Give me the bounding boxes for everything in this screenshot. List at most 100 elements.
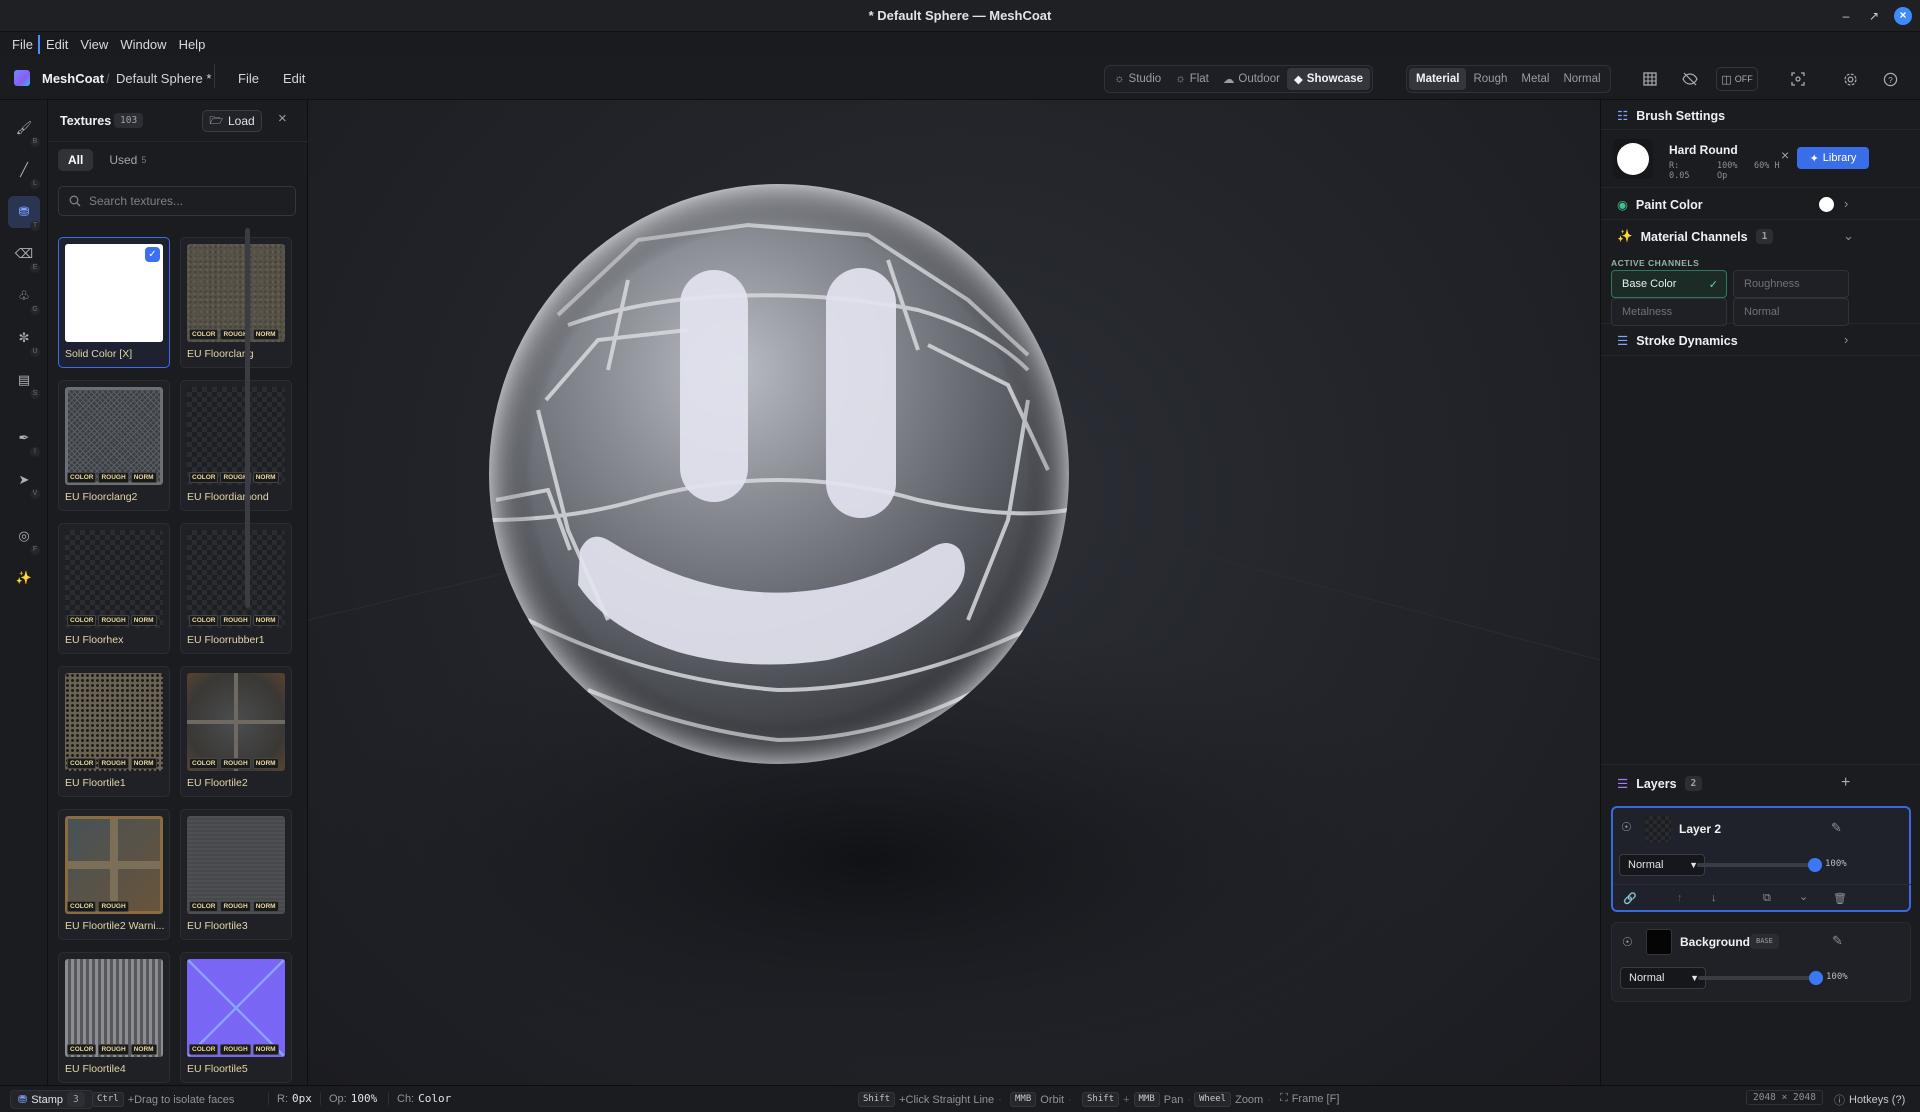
channel-normal[interactable]: Normal: [1733, 298, 1849, 326]
nav-key: MMB: [1133, 1092, 1160, 1107]
layer-row-layer-2[interactable]: ☉ Layer 2 ✎ Normal ▼ 100% 🔗 ↑ ↓ ⧉ ⌄ 🗑: [1611, 806, 1911, 912]
texture-scrollbar[interactable]: [245, 228, 250, 608]
link-icon[interactable]: 🔗: [1623, 892, 1637, 905]
load-textures-button[interactable]: 🗁 Load: [202, 110, 262, 132]
menu-help[interactable]: Help: [173, 35, 212, 54]
layer-opacity-slider[interactable]: [1697, 858, 1822, 872]
menu-file[interactable]: File: [6, 34, 40, 54]
layer-row-background[interactable]: ☉ Background BASE ✎ Normal ▼ 100%: [1611, 922, 1911, 1002]
menu-edit[interactable]: Edit: [40, 35, 74, 54]
env-showcase-button[interactable]: ◆ Showcase: [1286, 68, 1371, 90]
menu-view[interactable]: View: [74, 35, 114, 54]
paint-color-swatch[interactable]: [1819, 197, 1834, 212]
app-logo-icon: [14, 70, 30, 86]
opacity-slider-knob[interactable]: [1808, 858, 1822, 872]
layer-blend-select[interactable]: Normal ▼: [1619, 854, 1705, 876]
document-name[interactable]: Default Sphere *: [116, 71, 211, 86]
sphere-mesh[interactable]: [488, 184, 1069, 764]
channel-base-color[interactable]: Base Color ✓: [1611, 270, 1727, 298]
menu-window[interactable]: Window: [114, 35, 172, 54]
texture-card[interactable]: COLOR ROUGH NORM EU Floorrubber1: [180, 523, 292, 654]
move-up-icon[interactable]: ↑: [1677, 892, 1683, 904]
move-down-icon[interactable]: ↓: [1711, 892, 1717, 904]
texture-card[interactable]: COLOR ROUGH NORM EU Floorclang: [180, 237, 292, 368]
texture-card[interactable]: COLOR ROUGH EU Floortile2 Warni...: [58, 809, 170, 940]
tool-brush[interactable]: 🖌 B: [8, 112, 40, 147]
tool-smudge[interactable]: ✼ U: [8, 322, 40, 357]
nav-hint-text: Pan: [1163, 1093, 1184, 1106]
add-layer-icon[interactable]: +: [1841, 774, 1850, 792]
eye-visibility-icon[interactable]: ☉: [1621, 820, 1632, 834]
texture-card[interactable]: COLOR ROUGH NORM EU Floortile3: [180, 809, 292, 940]
texture-card[interactable]: COLOR ROUGH NORM EU Floortile1: [58, 666, 170, 797]
layer-blend-select[interactable]: Normal ▼: [1620, 967, 1706, 989]
chevron-right-icon[interactable]: ›: [1844, 332, 1848, 347]
env-flat-button[interactable]: ☼ Flat: [1168, 68, 1216, 90]
stroke-dynamics-row[interactable]: ☰ Stroke Dynamics ›: [1601, 324, 1920, 356]
duplicate-icon[interactable]: ⧉: [1763, 892, 1771, 905]
env-studio-button[interactable]: ☼ Studio: [1107, 68, 1168, 90]
layer-opacity-slider[interactable]: [1698, 971, 1823, 985]
tool-decal[interactable]: ▤ S: [8, 364, 40, 399]
texture-card[interactable]: COLOR ROUGH NORM EU Floorhex: [58, 523, 170, 654]
clear-brush-icon[interactable]: ×: [1781, 147, 1789, 163]
restore-icon[interactable]: ↗: [1866, 8, 1882, 24]
channel-roughness[interactable]: Roughness: [1733, 270, 1849, 298]
texture-search-input[interactable]: Search textures...: [58, 186, 296, 216]
close-window-icon[interactable]: ×: [1894, 7, 1912, 25]
tool-eyedropper[interactable]: ✒ I: [8, 422, 40, 457]
app-menu-file[interactable]: File: [238, 71, 259, 86]
app-menu-edit[interactable]: Edit: [283, 71, 305, 86]
brush-preview[interactable]: [1613, 139, 1653, 179]
opacity-slider-knob[interactable]: [1809, 971, 1823, 985]
environment-mode-group: ☼ Studio ☼ Flat ☁ Outdoor ◆ Showcase: [1104, 65, 1374, 93]
view-rough-button[interactable]: Rough: [1466, 68, 1514, 90]
grid-icon[interactable]: [1638, 67, 1662, 91]
texture-card[interactable]: COLOR ROUGH NORM EU Floortile2: [180, 666, 292, 797]
chevron-right-icon[interactable]: ›: [1844, 196, 1848, 211]
merge-down-icon[interactable]: ⌄: [1799, 890, 1808, 903]
texture-card[interactable]: COLOR ROUGH NORM EU Floortile5: [180, 952, 292, 1083]
eye-visibility-icon[interactable]: ☉: [1622, 935, 1633, 949]
edit-pencil-icon[interactable]: ✎: [1832, 933, 1843, 949]
trash-icon[interactable]: 🗑: [1833, 892, 1847, 905]
view-metal-button[interactable]: Metal: [1514, 68, 1556, 90]
edit-pencil-icon[interactable]: ✎: [1831, 820, 1842, 836]
settings-gear-icon[interactable]: [1838, 67, 1862, 91]
view-material-button[interactable]: Material: [1409, 68, 1467, 90]
tab-used-label: Used: [109, 153, 138, 167]
env-outdoor-button[interactable]: ☁ Outdoor: [1216, 68, 1287, 90]
hotkeys-button[interactable]: ⓘ Hotkeys (?): [1834, 1092, 1905, 1108]
texture-card[interactable]: COLOR ROUGH NORM EU Floordiamond: [180, 380, 292, 511]
eye-off-icon[interactable]: [1678, 67, 1702, 91]
textures-panel: Textures 103 🗁 Load × All Used 5 Search te…: [48, 100, 308, 1085]
close-panel-icon[interactable]: ×: [278, 110, 287, 127]
texture-card[interactable]: ✓ Solid Color [X]: [58, 237, 170, 368]
help-icon[interactable]: ?: [1878, 67, 1902, 91]
minimize-icon[interactable]: –: [1838, 8, 1854, 24]
tab-all[interactable]: All: [58, 149, 94, 171]
chevron-down-icon[interactable]: ⌄: [1843, 228, 1854, 244]
frame-button[interactable]: ⛶ Frame [F]: [1280, 1092, 1339, 1105]
tool-stamp[interactable]: ⛃ T: [8, 196, 40, 231]
tool-rail: 🖌 B ╱ L ⛃ T ⌫ E ♧ G ✼ U ▤ S ✒ I ➤ V ◎ F ✨: [0, 100, 48, 1085]
channel-label: Base Color: [1622, 278, 1677, 290]
tool-select[interactable]: ➤ V: [8, 464, 40, 499]
texture-card[interactable]: COLOR ROUGH NORM EU Floortile4: [58, 952, 170, 1083]
3d-viewport[interactable]: [308, 100, 1600, 1085]
tab-used[interactable]: Used 5: [99, 149, 156, 171]
channel-tag: ROUGH: [98, 1044, 129, 1055]
channel-label: Ch:: [397, 1092, 415, 1105]
tool-effects[interactable]: ✨: [8, 562, 40, 594]
tool-fill[interactable]: ♧ G: [8, 280, 40, 315]
focus-frame-icon[interactable]: [1786, 67, 1810, 91]
mirror-toggle-button[interactable]: ◫ OFF: [1716, 67, 1758, 91]
brush-library-button[interactable]: ✦ Library: [1797, 147, 1869, 169]
view-normal-button[interactable]: Normal: [1556, 68, 1607, 90]
texture-card[interactable]: COLOR ROUGH NORM EU Floorclang2: [58, 380, 170, 511]
paint-color-row[interactable]: ◉ Paint Color ›: [1601, 188, 1920, 220]
channel-metalness[interactable]: Metalness: [1611, 298, 1727, 326]
tool-eraser[interactable]: ⌫ E: [8, 238, 40, 273]
tool-line[interactable]: ╱ L: [8, 154, 40, 189]
tool-frame[interactable]: ◎ F: [8, 520, 40, 555]
